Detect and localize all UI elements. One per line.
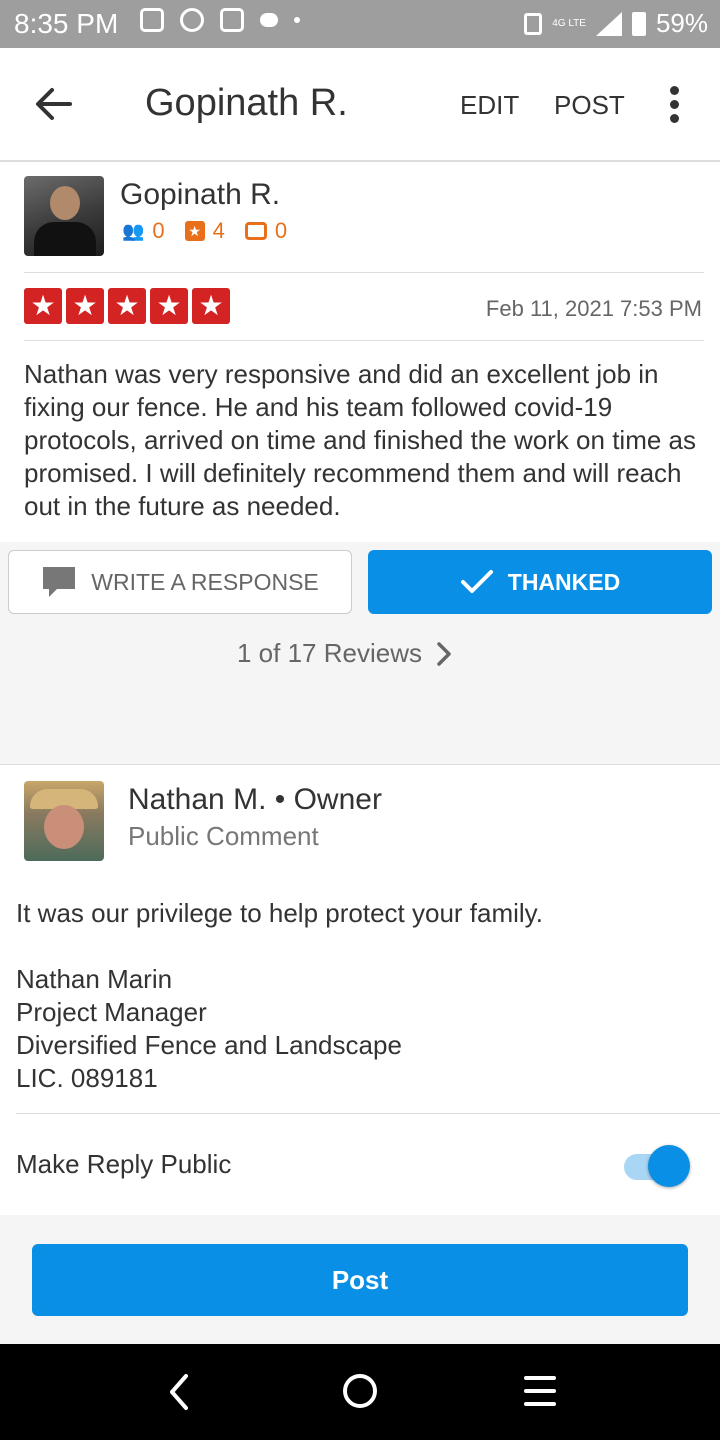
overflow-menu-icon[interactable] [668,86,680,128]
thanked-label: THANKED [507,568,621,595]
divider [16,1113,720,1114]
checkmark-icon [460,570,493,593]
status-bar: 8:35 PM 4G LTE 59% [0,0,720,48]
divider [24,272,704,273]
battery-percent: 59% [655,8,708,38]
messenger-icon [260,13,278,27]
reviewer-name[interactable]: Gopinath R. [120,178,280,212]
back-arrow-icon[interactable] [34,84,74,124]
star-icon: ★ [108,288,146,324]
app-bar: Gopinath R. EDIT POST [0,48,720,162]
reply-message[interactable]: It was our privilege to help protect you… [16,897,706,1095]
reviewer-avatar[interactable] [24,176,104,256]
owner-reply-section: Nathan M. • Owner Public Comment It was … [0,764,720,1215]
write-response-button[interactable]: WRITE A RESPONSE [8,550,352,614]
friends-count: 0 [152,218,165,243]
camera-icon [244,222,267,240]
review-text: Nathan was very responsive and did an ex… [24,359,697,521]
notification-icons [140,8,300,32]
instagram-icon [220,8,244,32]
pager-label: 1 of 17 Reviews [237,638,422,668]
reviewer-stats: 👥 0 ★ 4 0 [122,218,287,244]
reviews-count: 4 [212,218,225,243]
battery-icon [631,11,646,36]
star-icon: ★ [192,288,230,324]
system-icons: 4G LTE 59% [524,8,708,39]
thanked-button[interactable]: THANKED [368,550,712,614]
owner-name: Nathan M. • Owner [128,783,382,816]
comment-type: Public Comment [128,821,319,851]
nav-back-icon[interactable] [164,1372,194,1412]
star-icon: ★ [24,288,62,324]
status-time: 8:35 PM [14,8,119,39]
star-icon: ★ [150,288,188,324]
friends-icon: 👥 [122,220,145,241]
review-card: Gopinath R. 👥 0 ★ 4 0 ★ ★ ★ ★ ★ Feb 11, … [0,162,720,542]
system-nav-bar [0,1344,720,1440]
write-response-label: WRITE A RESPONSE [91,568,319,595]
owner-avatar[interactable] [24,781,104,861]
signal-icon [595,11,622,36]
page-title: Gopinath R. [145,82,348,124]
facebook-icon [140,8,164,32]
reviews-star-icon: ★ [184,221,205,241]
review-pager[interactable]: 1 of 17 Reviews [237,638,452,669]
star-rating: ★ ★ ★ ★ ★ [24,288,230,324]
photos-count: 0 [274,218,288,243]
post-button-header[interactable]: POST [554,90,625,121]
post-button[interactable]: Post [32,1244,688,1316]
whatsapp-icon [180,8,204,32]
divider [24,340,704,341]
review-date: Feb 11, 2021 7:53 PM [485,296,702,321]
nav-menu-icon[interactable] [524,1376,556,1415]
speech-bubble-icon [43,567,76,597]
network-label: 4G LTE [552,17,586,29]
vibrate-icon [524,12,543,35]
make-public-toggle[interactable] [624,1145,690,1189]
edit-button[interactable]: EDIT [460,90,519,121]
chevron-right-icon[interactable] [436,641,452,667]
nav-home-icon[interactable] [343,1374,377,1408]
make-public-label: Make Reply Public [16,1149,232,1179]
more-notifications-icon [294,17,300,23]
star-icon: ★ [66,288,104,324]
